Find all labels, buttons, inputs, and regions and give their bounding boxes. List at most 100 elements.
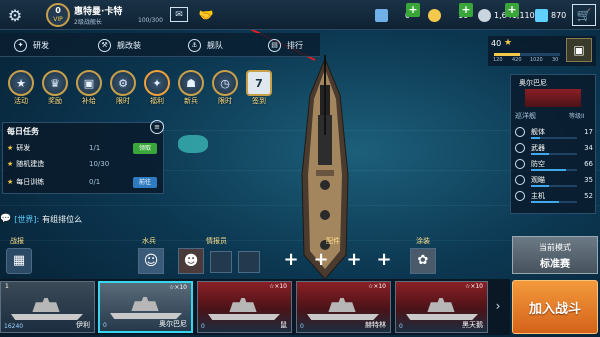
add-equipment-button-1[interactable]: +	[281, 251, 301, 271]
recruit-icon-button[interactable]: ☗	[178, 70, 204, 96]
sailor-slot[interactable]: ☺	[138, 248, 164, 274]
vip-label: VIP	[53, 16, 63, 23]
ship-stats-panel: 奥尔巴尼 巡洋舰 等级II 舰体 17 武器 34 防空 66 观瞄 35 主机 52	[510, 74, 596, 214]
diamond-icon	[535, 8, 548, 22]
cart-icon: 🛒	[576, 8, 592, 22]
engine-icon	[515, 191, 525, 201]
recruit-icon: ☗	[186, 76, 196, 90]
aim-icon	[515, 175, 525, 185]
scroll-right-button[interactable]: ›	[491, 295, 505, 317]
handshake-icon: 🤝	[198, 8, 214, 22]
shop-cart-button[interactable]: 🛒	[572, 4, 596, 26]
mode-selector[interactable]: 当前模式 标准赛	[512, 236, 598, 274]
event-icon-button[interactable]: ★	[8, 70, 34, 96]
anti-air-icon	[515, 159, 525, 169]
add-equipment-button-2[interactable]: +	[311, 251, 331, 271]
supply-icon-button[interactable]: ▣	[76, 70, 102, 96]
level-tick-3: 1020	[530, 57, 543, 63]
stat-value: 34	[584, 144, 593, 152]
reward-label: 奖励	[48, 97, 62, 105]
stat-row-engine: 主机 52	[515, 189, 593, 203]
task-row: ★ 每日训练 0/1 前往	[7, 175, 161, 189]
task-toggle-button[interactable]: ≡	[150, 120, 164, 134]
task-row: ★ 研发 1/1 领取	[7, 141, 161, 155]
chest-icon: ▣	[573, 43, 585, 57]
ship-card[interactable]: 1 16240 伊利	[0, 281, 95, 333]
level-progress-panel: 40 ★ 120 420 1020 30 ▣	[488, 36, 596, 66]
task-name: 研发	[16, 144, 31, 152]
card-power: 0	[201, 323, 205, 330]
wheel-icon: ⚙	[118, 76, 128, 90]
card-name: 赫特林	[365, 321, 386, 329]
card-stars: ☆×10	[464, 283, 483, 290]
card-level: 1	[5, 283, 9, 290]
welfare-icon-button[interactable]: ✦	[144, 70, 170, 96]
silver-coin-icon	[478, 8, 491, 22]
intel-slot-1[interactable]: ☻	[178, 248, 204, 274]
trophy-icon: ♛	[50, 76, 60, 90]
claim-button[interactable]: 领取	[133, 142, 157, 154]
supply-label: 补给	[82, 97, 96, 105]
join-battle-label: 加入战斗	[528, 301, 581, 317]
card-power: 0	[300, 323, 304, 330]
main-menu-bar: ✦ 研发 ⚒ 舰改装 ⚓ 舰队 ▤ 排行	[0, 33, 320, 57]
intel-slot-2[interactable]	[210, 251, 232, 273]
join-battle-button[interactable]: 加入战斗	[512, 280, 598, 334]
ship-card[interactable]: ☆×10 0 黑天鹅	[395, 281, 488, 333]
calendar-icon: 7	[255, 76, 263, 90]
mode-value: 标准赛	[540, 259, 570, 270]
player-name: 惠特曼·卡特	[74, 7, 123, 17]
mail-button[interactable]: ✉	[170, 7, 188, 22]
reward-icon-button[interactable]: ♛	[42, 70, 68, 96]
exp-text: 100/300	[138, 17, 163, 24]
ship-card[interactable]: ☆×10 0 鼠	[197, 281, 292, 333]
ship-card-selected[interactable]: ☆×10 0 奥尔巴尼	[98, 281, 193, 333]
menu-fleet-label: 舰队	[207, 40, 223, 50]
signin-icon-button[interactable]: 7	[246, 70, 272, 96]
limited-label: 限时	[116, 97, 130, 105]
task-name: 随机建造	[16, 160, 45, 168]
menu-refit-label: 舰改装	[117, 40, 141, 50]
add-resource-2-button[interactable]: +	[459, 3, 473, 17]
hull-icon	[515, 127, 525, 137]
friends-handshake-button[interactable]: 🤝	[196, 5, 216, 25]
menu-ranking[interactable]: ▤ 排行	[268, 33, 303, 57]
stat-label: 舰体	[531, 128, 545, 136]
stat-value: 35	[584, 176, 593, 184]
level-tick-2: 420	[512, 57, 522, 63]
main-ship-image	[301, 55, 349, 280]
timed-label: 限时	[218, 97, 232, 105]
daily-task-panel: 每日任务 ★ 研发 1/1 领取 ★ 随机建造 10/30 ★ 每日训练 0/1…	[2, 122, 164, 194]
intel-slot-3[interactable]	[238, 251, 260, 273]
battle-report-button[interactable]: ▦	[6, 248, 32, 274]
add-resource-3-button[interactable]: +	[505, 3, 519, 17]
paint-slot[interactable]: ✿	[410, 248, 436, 274]
chest-button[interactable]: ▣	[566, 38, 592, 62]
stat-label: 主机	[531, 192, 545, 200]
add-equipment-button-3[interactable]: +	[344, 251, 364, 271]
card-name: 伊利	[76, 321, 90, 329]
settings-gear-button[interactable]: ⚙	[4, 4, 26, 26]
menu-refit[interactable]: ⚒ 舰改装	[98, 33, 141, 57]
gift-icon: ✦	[152, 76, 162, 90]
add-equipment-button-4[interactable]: +	[374, 251, 394, 271]
star-icon: ★	[16, 76, 26, 90]
stat-value: 66	[584, 160, 593, 168]
menu-research[interactable]: ✦ 研发	[14, 33, 49, 57]
go-button[interactable]: 前往	[133, 176, 157, 188]
officer-portrait-icon: ☻	[183, 253, 199, 269]
timed-icon-button[interactable]: ◷	[212, 70, 238, 96]
chat-line[interactable]: 💬 [世界]: 有组排位么	[0, 212, 160, 226]
limited-icon-button[interactable]: ⚙	[110, 70, 136, 96]
calendar-icon: ▦	[12, 253, 26, 268]
player-title: 2级战舰长	[74, 19, 102, 26]
ship-card[interactable]: ☆×10 0 赫特林	[296, 281, 391, 333]
level-tick-1: 120	[493, 57, 503, 63]
vip-badge[interactable]: 0 VIP	[46, 3, 70, 27]
sailor-label: 水兵	[142, 237, 156, 245]
add-resource-1-button[interactable]: +	[406, 3, 420, 17]
menu-fleet[interactable]: ⚓ 舰队	[188, 33, 223, 57]
task-progress: 0/1	[89, 178, 101, 186]
task-title: 每日任务	[7, 127, 39, 136]
mail-icon: ✉	[175, 9, 183, 20]
